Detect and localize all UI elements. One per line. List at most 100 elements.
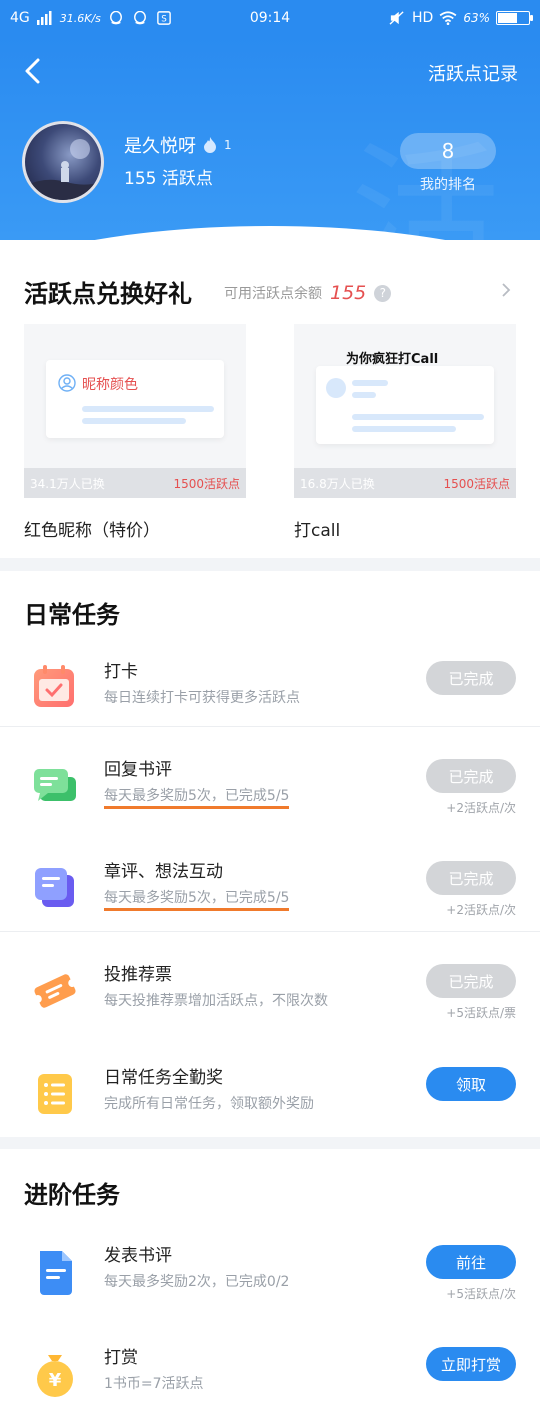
gift-name[interactable]: 红色昵称（特价） bbox=[24, 516, 160, 541]
gift-card-call[interactable]: 为你疯狂打Call 16.8万人已换 1500活跃点 bbox=[294, 324, 516, 498]
task-title: 打赏 bbox=[104, 1348, 138, 1368]
note-icon bbox=[35, 868, 74, 907]
task-reward: +5活跃点/次 bbox=[446, 1287, 516, 1301]
task-title: 投推荐票 bbox=[104, 965, 172, 985]
battery-level bbox=[498, 13, 517, 23]
preview-bar bbox=[352, 380, 388, 386]
network-label: 4G bbox=[10, 10, 30, 26]
task-tip: ¥ 打赏 1书币=7活跃点 立即打赏 bbox=[0, 1327, 540, 1425]
task-title: 章评、想法互动 bbox=[104, 862, 223, 882]
preview-bar bbox=[352, 426, 456, 432]
task-chapter-interaction: 章评、想法互动 每天最多奖励5次，已完成5/5 已完成 +2活跃点/次 bbox=[0, 841, 540, 943]
gift-preview-label: 为你疯狂打Call bbox=[346, 352, 439, 367]
task-recommend-vote: 投推荐票 每天投推荐票增加活跃点，不限次数 已完成 +5活跃点/票 bbox=[0, 944, 540, 1046]
task-done-button[interactable]: 已完成 bbox=[426, 861, 516, 895]
task-desc: 1书币=7活跃点 bbox=[104, 1376, 204, 1392]
task-done-button[interactable]: 已完成 bbox=[426, 759, 516, 793]
balance-label: 可用活跃点余额 bbox=[224, 286, 322, 302]
gift-exchange-count: 16.8万人已换 bbox=[300, 476, 375, 491]
user-icon bbox=[58, 374, 76, 392]
gift-name[interactable]: 打call bbox=[294, 516, 340, 541]
claim-button[interactable]: 领取 bbox=[426, 1067, 516, 1101]
task-title: 日常任务全勤奖 bbox=[104, 1068, 223, 1088]
user-level: 1 bbox=[224, 138, 232, 152]
calendar-icon bbox=[34, 665, 74, 707]
ticket-icon bbox=[33, 974, 77, 1008]
gift-cost: 1500活跃点 bbox=[443, 476, 510, 491]
preview-bar bbox=[352, 414, 484, 420]
task-done-button[interactable]: 已完成 bbox=[426, 964, 516, 998]
chat-icon bbox=[34, 769, 76, 801]
header: 活 活跃点记录 是久悦呀 1 155 活跃点 8 我的排名 bbox=[0, 36, 540, 240]
task-reply-review: 回复书评 每天最多奖励5次，已完成5/5 已完成 +2活跃点/次 bbox=[0, 739, 540, 841]
task-daily-full-attendance: 日常任务全勤奖 完成所有日常任务，领取额外奖励 领取 bbox=[0, 1047, 540, 1149]
s-icon: S bbox=[157, 11, 171, 25]
task-desc: 每天投推荐票增加活跃点，不限次数 bbox=[104, 993, 328, 1009]
task-desc: 每天最多奖励2次，已完成0/2 bbox=[104, 1274, 290, 1290]
coin-icon: ¥ bbox=[37, 1355, 73, 1397]
task-desc: 每日连续打卡可获得更多活跃点 bbox=[104, 690, 300, 706]
avatar-image bbox=[25, 139, 101, 200]
doc-icon bbox=[40, 1251, 72, 1295]
task-checkin: 打卡 每日连续打卡可获得更多活跃点 已完成 bbox=[0, 641, 540, 743]
task-title: 发表书评 bbox=[104, 1246, 172, 1266]
page: 4G 31.6K/s S 09:14 HD 63% 活 活跃点记录 是久悦呀 1… bbox=[0, 0, 540, 1425]
daily-tasks-title: 日常任务 bbox=[24, 600, 120, 629]
task-desc: 每天最多奖励5次，已完成5/5 bbox=[104, 887, 290, 911]
battery-percent: 63% bbox=[463, 11, 490, 25]
rank-value[interactable]: 8 bbox=[400, 133, 496, 169]
gift-card-red-nickname[interactable]: 昵称颜色 34.1万人已换 1500活跃点 bbox=[24, 324, 246, 498]
gift-exchange-count: 34.1万人已换 bbox=[30, 476, 105, 491]
gift-preview: 昵称颜色 bbox=[46, 360, 224, 438]
network-speed: 31.6K/s bbox=[59, 11, 101, 25]
chevron-right-icon[interactable] bbox=[498, 282, 514, 298]
status-right: HD 63% bbox=[388, 10, 533, 26]
divider bbox=[0, 726, 540, 727]
rank-label: 我的排名 bbox=[420, 177, 476, 193]
activity-record-link[interactable]: 活跃点记录 bbox=[428, 60, 518, 86]
preview-avatar bbox=[326, 378, 346, 398]
preview-bar bbox=[352, 392, 376, 398]
wifi-icon bbox=[439, 11, 457, 25]
flame-icon bbox=[204, 137, 216, 153]
qq-icon bbox=[109, 11, 122, 25]
go-button[interactable]: 前往 bbox=[426, 1245, 516, 1279]
signal-icon bbox=[36, 11, 52, 25]
hd-label: HD bbox=[412, 10, 434, 26]
task-done-button[interactable]: 已完成 bbox=[426, 661, 516, 695]
username: 是久悦呀 bbox=[124, 136, 196, 157]
task-title: 回复书评 bbox=[104, 760, 172, 780]
task-post-review: 发表书评 每天最多奖励2次，已完成0/2 前往 +5活跃点/次 bbox=[0, 1225, 540, 1327]
help-icon[interactable]: ? bbox=[374, 284, 392, 302]
divider bbox=[0, 931, 540, 932]
status-left: 4G 31.6K/s S bbox=[10, 10, 173, 26]
task-desc: 每天最多奖励5次，已完成5/5 bbox=[104, 785, 290, 809]
svg-text:¥: ¥ bbox=[49, 1370, 62, 1391]
gift-preview bbox=[316, 366, 494, 444]
mute-icon bbox=[389, 11, 404, 25]
qq-icon bbox=[133, 11, 146, 25]
balance-row: 可用活跃点余额 155 ? bbox=[224, 282, 392, 304]
advanced-tasks-section: 进阶任务 发表书评 每天最多奖励2次，已完成0/2 前往 +5活跃点/次 ¥ 打… bbox=[0, 1149, 540, 1425]
gift-cost: 1500活跃点 bbox=[173, 476, 240, 491]
advanced-tasks-title: 进阶任务 bbox=[24, 1180, 120, 1209]
preview-bar bbox=[82, 418, 186, 424]
exchange-section: 活跃点兑换好礼 可用活跃点余额 155 ? 昵称颜色 34.1万人已换 1500… bbox=[0, 240, 540, 558]
task-title: 打卡 bbox=[104, 662, 138, 682]
daily-tasks-section: 日常任务 打卡 每日连续打卡可获得更多活跃点 已完成 回复书评 每天最多奖励5次… bbox=[0, 571, 540, 1137]
balance-value: 155 bbox=[330, 282, 367, 304]
avatar[interactable] bbox=[22, 121, 104, 203]
gift-preview-label: 昵称颜色 bbox=[82, 377, 138, 393]
status-bar: 4G 31.6K/s S 09:14 HD 63% bbox=[0, 0, 540, 36]
gift-footer: 16.8万人已换 1500活跃点 bbox=[294, 468, 516, 498]
task-reward: +2活跃点/次 bbox=[446, 801, 516, 815]
task-reward: +5活跃点/票 bbox=[446, 1006, 516, 1020]
exchange-title: 活跃点兑换好礼 bbox=[24, 279, 192, 308]
username-row: 是久悦呀 1 bbox=[124, 132, 232, 158]
points-text: 155 活跃点 bbox=[124, 169, 213, 189]
list-icon bbox=[38, 1074, 72, 1114]
tip-now-button[interactable]: 立即打赏 bbox=[426, 1347, 516, 1381]
back-icon[interactable] bbox=[18, 56, 48, 86]
task-desc: 完成所有日常任务，领取额外奖励 bbox=[104, 1096, 314, 1112]
task-reward: +2活跃点/次 bbox=[446, 903, 516, 917]
